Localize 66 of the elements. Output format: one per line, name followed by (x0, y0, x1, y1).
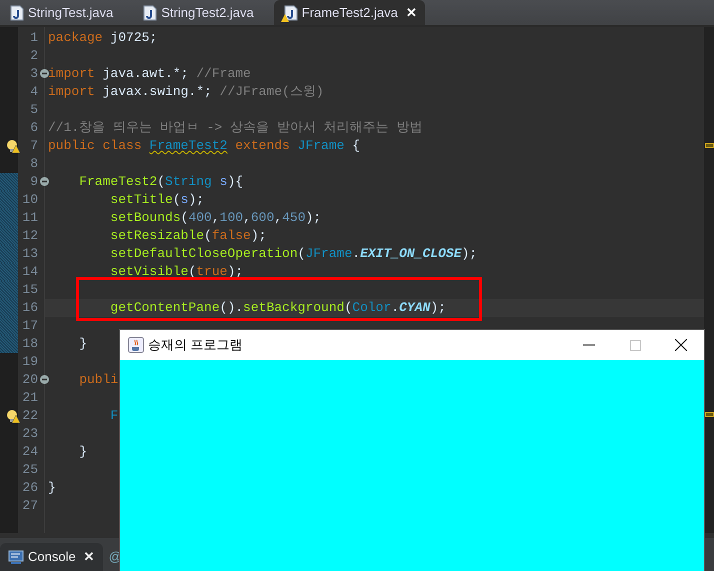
line-number: 8 (30, 156, 38, 171)
line-number: 4 (30, 84, 38, 99)
line-number: 21 (22, 390, 38, 405)
collapse-icon[interactable] (40, 177, 49, 186)
code-line: setBounds(400,100,600,450); (109, 209, 322, 227)
code-line: //1.창을 띄우는 바업ㅂ -> 상속을 받아서 처리해주는 방법 (47, 119, 422, 137)
line-number: 15 (22, 282, 38, 297)
line-number: 25 (22, 462, 38, 477)
warning-mark-icon (705, 143, 714, 148)
code-line: package j0725; (47, 29, 158, 47)
java-cup-icon (128, 337, 144, 353)
line-number: 6 (30, 120, 38, 135)
line-number: 24 (22, 444, 38, 459)
panel-tab[interactable]: Console ✕ (0, 543, 103, 571)
line-number: 10 (22, 192, 38, 207)
line-number: 17 (22, 318, 38, 333)
minimize-icon (583, 344, 595, 346)
code-line: } (78, 443, 88, 461)
code-line: import javax.swing.*; //JFrame(스윙) (47, 83, 324, 101)
line-number: 1 (30, 30, 38, 45)
line-number: 11 (22, 210, 38, 225)
code-line: } (47, 479, 56, 497)
line-number: 20 (22, 372, 38, 387)
code-line: import java.awt.*; //Frame (47, 65, 251, 83)
code-line: FrameTest2(String s){ (78, 173, 244, 191)
warning-icon (280, 14, 289, 22)
warning-bulb-icon[interactable] (6, 139, 20, 153)
code-line: F (109, 407, 118, 425)
code-line: getContentPane().setBackground(Color.CYAN); (109, 299, 446, 317)
close-icon[interactable]: ✕ (84, 547, 95, 567)
window-title: 승재의 프로그램 (148, 336, 243, 354)
editor-tab[interactable]: FrameTest2.java ✕ (274, 0, 425, 25)
line-number: 12 (22, 228, 38, 243)
line-number: 19 (22, 354, 38, 369)
line-number: 27 (22, 498, 38, 513)
code-line: setResizable(false); (109, 227, 266, 245)
collapse-icon[interactable] (40, 375, 49, 384)
line-number: 14 (22, 264, 38, 279)
line-number: 26 (22, 480, 38, 495)
collapse-icon[interactable] (40, 69, 49, 78)
console-icon (8, 550, 24, 564)
close-icon (675, 339, 687, 351)
line-number: 23 (22, 426, 38, 441)
warning-mark-icon (705, 412, 714, 417)
editor-tab[interactable]: StringTest.java (0, 0, 122, 25)
close-icon[interactable]: ✕ (406, 2, 417, 22)
maximize-icon (630, 340, 640, 350)
line-number: 2 (30, 48, 38, 63)
java-file-icon (10, 4, 24, 20)
line-number: 7 (30, 138, 38, 153)
editor-tab[interactable]: StringTest2.java (133, 0, 262, 25)
code-line: public class FrameTest2 extends JFrame { (47, 137, 360, 155)
line-number: 18 (22, 336, 38, 351)
line-number: 22 (22, 408, 38, 423)
line-number: 5 (30, 102, 38, 117)
java-file-icon (143, 4, 158, 20)
warning-bulb-icon[interactable] (6, 409, 20, 423)
code-line: } (78, 335, 88, 353)
code-line: publi (78, 371, 118, 389)
code-line: setTitle(s); (109, 191, 204, 209)
line-number: 16 (22, 300, 38, 315)
line-number: 13 (22, 246, 38, 261)
line-number: 9 (30, 174, 38, 189)
line-number: 3 (30, 66, 38, 81)
code-line: setDefaultCloseOperation(JFrame.EXIT_ON_CLOSE); (109, 245, 478, 263)
java-file-icon (284, 5, 298, 22)
